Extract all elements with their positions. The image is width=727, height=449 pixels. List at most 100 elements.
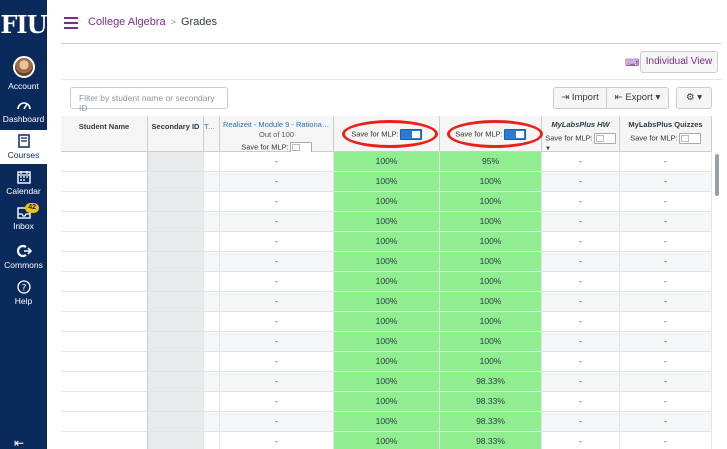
grade-cell-realizeit[interactable]: - — [220, 292, 334, 312]
secondary-id-cell[interactable] — [148, 232, 204, 252]
grade-cell-pre-1[interactable]: 100% — [334, 292, 440, 312]
total-cell[interactable] — [204, 412, 220, 432]
student-name-cell[interactable] — [61, 372, 148, 392]
grade-cell-pre-2[interactable]: 100% — [440, 312, 542, 332]
grade-cell-realizeit[interactable]: - — [220, 212, 334, 232]
export-button[interactable]: ⇤ Export ▾ — [607, 87, 669, 109]
student-name-cell[interactable] — [61, 252, 148, 272]
student-name-cell[interactable] — [61, 412, 148, 432]
student-name-cell[interactable] — [61, 272, 148, 292]
column-header-secondary-id[interactable]: Secondary ID — [148, 116, 204, 152]
grade-cell-mylabsplus-hw[interactable]: - — [542, 252, 620, 272]
grade-cell-realizeit[interactable]: - — [220, 312, 334, 332]
student-name-cell[interactable] — [61, 192, 148, 212]
grade-cell-mylabsplus-quizzes[interactable]: - — [620, 152, 712, 172]
individual-view-button[interactable]: Individual View — [640, 51, 718, 73]
student-name-cell[interactable] — [61, 432, 148, 449]
grade-cell-mylabsplus-quizzes[interactable]: - — [620, 352, 712, 372]
grade-cell-mylabsplus-quizzes[interactable]: - — [620, 272, 712, 292]
grade-cell-pre-2[interactable]: 100% — [440, 352, 542, 372]
grade-cell-mylabsplus-quizzes[interactable]: - — [620, 292, 712, 312]
grade-cell-mylabsplus-hw[interactable]: - — [542, 152, 620, 172]
grade-cell-realizeit[interactable]: - — [220, 432, 334, 449]
grade-cell-pre-1[interactable]: 100% — [334, 232, 440, 252]
grade-cell-pre-1[interactable]: 100% — [334, 392, 440, 412]
nav-item-account[interactable]: Account — [0, 56, 47, 91]
secondary-id-cell[interactable] — [148, 252, 204, 272]
grade-cell-pre-1[interactable]: 100% — [334, 372, 440, 392]
grade-cell-mylabsplus-hw[interactable]: - — [542, 232, 620, 252]
nav-item-inbox[interactable]: 42 Inbox — [0, 203, 47, 231]
grade-cell-realizeit[interactable]: - — [220, 332, 334, 352]
grade-cell-mylabsplus-hw[interactable]: - — [542, 212, 620, 232]
grade-cell-pre-2[interactable]: 100% — [440, 292, 542, 312]
grade-cell-realizeit[interactable]: - — [220, 192, 334, 212]
total-cell[interactable] — [204, 252, 220, 272]
grade-cell-pre-1[interactable]: 100% — [334, 272, 440, 292]
secondary-id-cell[interactable] — [148, 152, 204, 172]
grade-cell-mylabsplus-hw[interactable]: - — [542, 272, 620, 292]
grade-cell-pre-2[interactable]: 95% — [440, 152, 542, 172]
grade-cell-pre-2[interactable]: 98.33% — [440, 392, 542, 412]
total-cell[interactable] — [204, 312, 220, 332]
grade-cell-mylabsplus-quizzes[interactable]: - — [620, 172, 712, 192]
secondary-id-cell[interactable] — [148, 372, 204, 392]
student-name-cell[interactable] — [61, 152, 148, 172]
total-cell[interactable] — [204, 432, 220, 449]
grade-cell-pre-1[interactable]: 100% — [334, 252, 440, 272]
grade-cell-pre-2[interactable]: 100% — [440, 332, 542, 352]
grade-cell-mylabsplus-hw[interactable]: - — [542, 412, 620, 432]
grade-cell-pre-1[interactable]: 100% — [334, 312, 440, 332]
grade-cell-mylabsplus-hw[interactable]: - — [542, 192, 620, 212]
secondary-id-cell[interactable] — [148, 432, 204, 449]
total-cell[interactable] — [204, 172, 220, 192]
grade-cell-realizeit[interactable]: - — [220, 412, 334, 432]
student-name-cell[interactable] — [61, 292, 148, 312]
total-cell[interactable] — [204, 152, 220, 172]
grade-cell-realizeit[interactable]: - — [220, 392, 334, 412]
grade-cell-pre-2[interactable]: 98.33% — [440, 372, 542, 392]
secondary-id-cell[interactable] — [148, 332, 204, 352]
grade-cell-mylabsplus-hw[interactable]: - — [542, 312, 620, 332]
collapse-arrow-icon[interactable]: ⇤ — [14, 436, 24, 449]
student-name-cell[interactable] — [61, 392, 148, 412]
grade-cell-pre-2[interactable]: 100% — [440, 212, 542, 232]
grade-cell-pre-2[interactable]: 100% — [440, 232, 542, 252]
grade-cell-mylabsplus-quizzes[interactable]: - — [620, 392, 712, 412]
grade-cell-pre-1[interactable]: 100% — [334, 352, 440, 372]
grade-cell-pre-2[interactable]: 100% — [440, 192, 542, 212]
column-header-mylabsplus-quizzes[interactable]: MyLabsPlus Quizzes Save for MLP: — [620, 116, 712, 152]
secondary-id-cell[interactable] — [148, 192, 204, 212]
grade-cell-mylabsplus-quizzes[interactable]: - — [620, 252, 712, 272]
grade-cell-pre-2[interactable]: 98.33% — [440, 412, 542, 432]
grade-cell-pre-1[interactable]: 100% — [334, 192, 440, 212]
grade-cell-realizeit[interactable]: - — [220, 172, 334, 192]
grade-cell-mylabsplus-quizzes[interactable]: - — [620, 372, 712, 392]
grade-cell-mylabsplus-quizzes[interactable]: - — [620, 192, 712, 212]
grade-cell-pre-2[interactable]: 100% — [440, 272, 542, 292]
secondary-id-cell[interactable] — [148, 172, 204, 192]
student-name-cell[interactable] — [61, 232, 148, 252]
hamburger-menu-icon[interactable] — [64, 17, 78, 32]
student-name-cell[interactable] — [61, 312, 148, 332]
grade-cell-pre-1[interactable]: 100% — [334, 152, 440, 172]
secondary-id-cell[interactable] — [148, 352, 204, 372]
grade-cell-pre-1[interactable]: 100% — [334, 332, 440, 352]
grade-cell-pre-1[interactable]: 100% — [334, 172, 440, 192]
grade-cell-mylabsplus-hw[interactable]: - — [542, 172, 620, 192]
total-cell[interactable] — [204, 352, 220, 372]
grade-cell-mylabsplus-hw[interactable]: - — [542, 372, 620, 392]
grade-cell-mylabsplus-hw[interactable]: - — [542, 292, 620, 312]
nav-item-courses[interactable]: Courses — [0, 130, 47, 164]
grade-cell-realizeit[interactable]: - — [220, 232, 334, 252]
save-for-mlp-toggle[interactable] — [678, 133, 701, 144]
column-header-student-name[interactable]: Student Name — [61, 116, 148, 152]
grade-cell-mylabsplus-quizzes[interactable]: - — [620, 432, 712, 449]
total-cell[interactable] — [204, 192, 220, 212]
grade-cell-realizeit[interactable]: - — [220, 252, 334, 272]
grade-cell-pre-2[interactable]: 100% — [440, 172, 542, 192]
nav-item-calendar[interactable]: Calendar — [0, 170, 47, 196]
total-cell[interactable] — [204, 372, 220, 392]
keyboard-shortcuts-icon[interactable]: ⌨ — [625, 58, 639, 69]
secondary-id-cell[interactable] — [148, 312, 204, 332]
